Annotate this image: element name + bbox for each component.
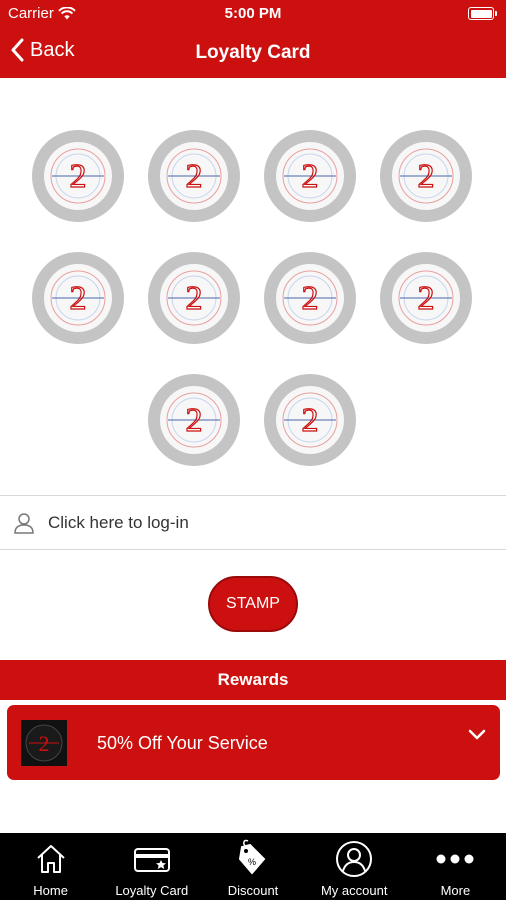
svg-text:2: 2 (70, 158, 87, 195)
stamp-slot: 2 (380, 130, 472, 222)
tab-discount[interactable]: % Discount (202, 833, 303, 900)
stamp-slot: 2 (264, 374, 356, 466)
tab-label: Loyalty Card (115, 883, 189, 898)
svg-text:2: 2 (418, 280, 435, 317)
stamp-logo-icon: 2 (282, 148, 338, 204)
stamp-slot: 2 (32, 252, 124, 344)
svg-text:2: 2 (302, 402, 319, 439)
svg-text:2: 2 (302, 280, 319, 317)
svg-text:2: 2 (302, 158, 319, 195)
rewards-header: Rewards (0, 660, 506, 700)
stamp-logo-icon: 2 (166, 270, 222, 326)
svg-text:%: % (248, 857, 256, 867)
stamp-slot: 2 (380, 252, 472, 344)
stamp-logo-icon: 2 (282, 270, 338, 326)
stamp-logo-icon: 2 (398, 148, 454, 204)
user-icon (14, 512, 34, 534)
stamp-logo-icon: 2 (50, 270, 106, 326)
stamp-slot: 2 (148, 130, 240, 222)
stamp-logo-icon: 2 (166, 392, 222, 448)
tab-my-account[interactable]: My account (304, 833, 405, 900)
status-bar: Carrier 5:00 PM (0, 0, 506, 28)
svg-text:2: 2 (70, 280, 87, 317)
svg-text:2: 2 (186, 402, 203, 439)
stamp-logo-icon: 2 (50, 148, 106, 204)
tab-bar: Home Loyalty Card % Discount My account … (0, 833, 506, 900)
chevron-down-icon[interactable] (468, 729, 486, 741)
stamp-button[interactable]: STAMP (208, 576, 298, 632)
tab-loyalty-card[interactable]: Loyalty Card (101, 833, 202, 900)
stamp-logo-icon: 2 (166, 148, 222, 204)
page-title: Loyalty Card (195, 42, 311, 63)
status-time: 5:00 PM (224, 5, 282, 22)
tab-label: Discount (227, 883, 279, 898)
more-dots-icon (436, 854, 474, 864)
tab-label: Home (33, 883, 68, 898)
rewards-title: Rewards (217, 670, 289, 689)
reward-title: 50% Off Your Service (97, 733, 268, 753)
divider (0, 549, 506, 550)
tab-home[interactable]: Home (0, 833, 101, 900)
svg-text:2: 2 (186, 158, 203, 195)
svg-text:2: 2 (186, 280, 203, 317)
login-row[interactable]: Click here to log-in (0, 496, 506, 549)
battery-icon (468, 7, 497, 20)
navigation-bar: Back Loyalty Card (0, 28, 506, 78)
stamp-slot: 2 (148, 374, 240, 466)
stamp-slot: 2 (264, 252, 356, 344)
svg-text:2: 2 (418, 158, 435, 195)
tab-label: My account (320, 883, 388, 898)
stamp-slot: 2 (148, 252, 240, 344)
reward-item[interactable]: 2 50% Off Your Service (7, 705, 500, 780)
loyalty-card-icon (133, 848, 170, 872)
home-icon (36, 845, 65, 873)
stamp-logo-icon: 2 (282, 392, 338, 448)
reward-thumbnail: 2 (21, 720, 67, 766)
stamp-slot: 2 (264, 130, 356, 222)
stamp-grid: 2 2 2 2 2 2 2 2 2 2 (0, 78, 506, 494)
discount-tag-icon: % (238, 839, 266, 875)
login-label: Click here to log-in (48, 512, 189, 532)
stamp-logo-icon: 2 (398, 270, 454, 326)
tab-more[interactable]: More (405, 833, 506, 900)
account-icon (336, 841, 373, 877)
tab-label: More (440, 883, 471, 898)
stamp-slot: 2 (32, 130, 124, 222)
